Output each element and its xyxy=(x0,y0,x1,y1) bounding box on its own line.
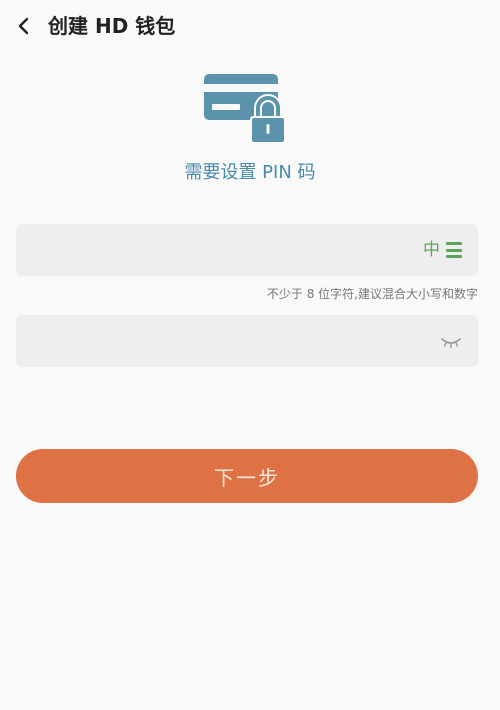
pin-hint: 不少于 8 位字符,建议混合大小写和数字 xyxy=(266,287,478,301)
eye-closed-icon[interactable] xyxy=(440,333,462,349)
back-button[interactable] xyxy=(12,14,36,38)
header: 创建 HD 钱包 xyxy=(0,0,500,56)
pin-field[interactable]: 中 xyxy=(16,224,478,278)
strength-bars-icon xyxy=(446,242,462,258)
strength-indicator: 中 xyxy=(423,238,462,262)
chevron-left-icon xyxy=(18,17,29,35)
pin-subtitle: 需要设置 PIN 码 xyxy=(184,162,316,183)
confirm-pin-field[interactable] xyxy=(16,315,478,369)
card-lock-icon xyxy=(204,74,286,144)
confirm-pin-input[interactable] xyxy=(30,315,414,369)
next-button[interactable]: 下一步 xyxy=(16,449,478,503)
page-title: 创建 HD 钱包 xyxy=(48,14,176,38)
create-hd-wallet-page: 创建 HD 钱包 需要设置 PIN 码 中 不少于 8 位字符,建议混合大小写和… xyxy=(0,0,500,710)
pin-input[interactable] xyxy=(30,224,414,278)
strength-label: 中 xyxy=(423,240,440,260)
